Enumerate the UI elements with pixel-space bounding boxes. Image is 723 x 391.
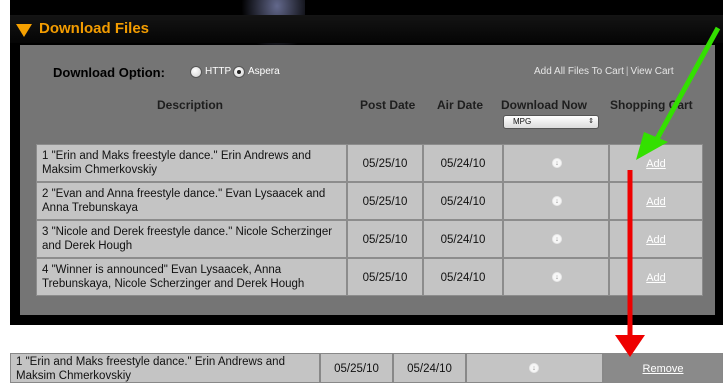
add-to-cart-link[interactable]: Add xyxy=(610,272,702,284)
row-air-date: 05/24/10 xyxy=(407,363,452,375)
row-air-date: 05/24/10 xyxy=(440,234,486,246)
add-all-files-link[interactable]: Add All Files To Cart xyxy=(534,66,624,77)
download-circle-icon[interactable]: ↓ xyxy=(552,234,562,244)
table-row: 2 "Evan and Anna freestyle dance." Evan … xyxy=(36,182,703,220)
column-header-description: Description xyxy=(157,98,224,112)
download-circle-icon[interactable]: ↓ xyxy=(552,196,562,206)
add-to-cart-link[interactable]: Add xyxy=(610,196,702,208)
panel-title: Download Files xyxy=(39,20,150,37)
row-post-date: 05/25/10 xyxy=(362,234,408,246)
format-select[interactable]: MPG ⇕ xyxy=(503,115,599,129)
triangle-down-icon[interactable] xyxy=(16,24,32,37)
row-air-date: 05/24/10 xyxy=(440,158,486,170)
column-header-shopping-cart: Shopping Cart xyxy=(610,98,693,112)
link-separator: | xyxy=(625,66,629,77)
add-to-cart-link[interactable]: Add xyxy=(610,158,702,170)
row-air-date: 05/24/10 xyxy=(440,272,486,284)
cart-links: Add All Files To Cart | View Cart xyxy=(534,66,674,77)
column-header-download-now: Download Now xyxy=(501,98,587,112)
panel-header[interactable]: Download Files xyxy=(10,15,723,43)
table-row: 3 "Nicole and Derek freestyle dance." Ni… xyxy=(36,220,703,258)
column-header-air-date: Air Date xyxy=(437,98,484,112)
download-circle-icon[interactable]: ↓ xyxy=(552,158,562,168)
row-description: 1 "Erin and Maks freestyle dance." Erin … xyxy=(16,356,285,382)
format-select-value: MPG xyxy=(513,117,532,126)
row-air-date: 05/24/10 xyxy=(440,196,486,208)
view-cart-link[interactable]: View Cart xyxy=(630,66,673,77)
remove-from-cart-link[interactable]: Remove xyxy=(604,363,722,375)
select-arrows-icon: ⇕ xyxy=(588,118,594,125)
download-files-panel: Download Files Download Option: HTTP Asp… xyxy=(10,0,723,325)
cart-added-row: 1 "Erin and Maks freestyle dance." Erin … xyxy=(10,353,723,383)
http-radio-label: HTTP xyxy=(205,66,232,77)
download-option-label: Download Option: xyxy=(53,65,165,80)
download-table-area: Download Option: HTTP Aspera Add All Fil… xyxy=(20,45,715,315)
aspera-radio-label: Aspera xyxy=(248,66,280,77)
row-description: 2 "Evan and Anna freestyle dance." Evan … xyxy=(42,188,326,214)
row-post-date: 05/25/10 xyxy=(362,158,408,170)
table-row: 4 "Winner is announced" Evan Lysaacek, A… xyxy=(36,258,703,296)
row-post-date: 05/25/10 xyxy=(362,272,408,284)
aspera-radio[interactable] xyxy=(233,66,245,78)
download-circle-icon[interactable]: ↓ xyxy=(552,272,562,282)
row-description: 1 "Erin and Maks freestyle dance." Erin … xyxy=(42,150,311,176)
add-to-cart-link[interactable]: Add xyxy=(610,234,702,246)
http-radio[interactable] xyxy=(190,66,202,78)
row-description: 4 "Winner is announced" Evan Lysaacek, A… xyxy=(42,264,305,290)
row-post-date: 05/25/10 xyxy=(362,196,408,208)
column-header-post-date: Post Date xyxy=(360,98,416,112)
table-row: 1 "Erin and Maks freestyle dance." Erin … xyxy=(36,144,703,182)
download-circle-icon[interactable]: ↓ xyxy=(529,363,539,373)
row-description: 3 "Nicole and Derek freestyle dance." Ni… xyxy=(42,226,333,252)
row-post-date: 05/25/10 xyxy=(334,363,379,375)
